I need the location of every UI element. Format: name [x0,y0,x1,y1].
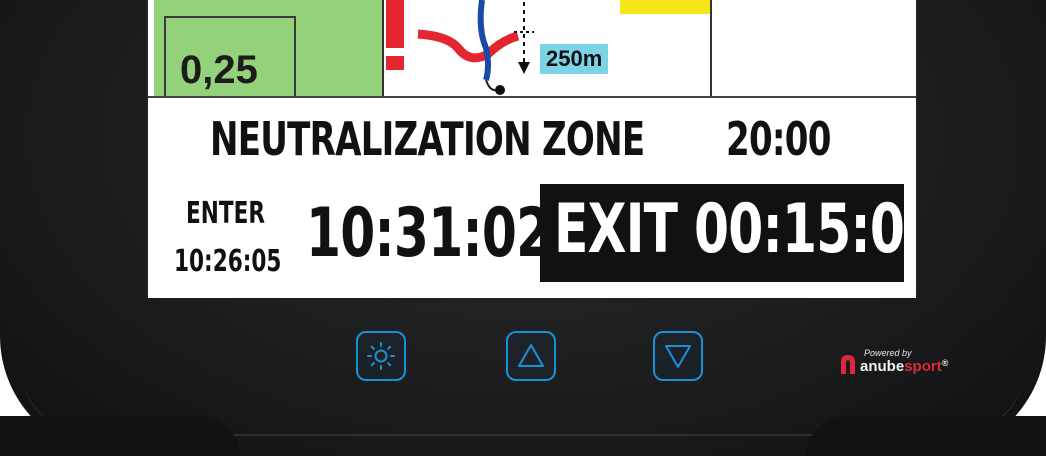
brand-name-part2: sport [904,358,942,375]
zone-duration: 20:00 [726,112,831,166]
caution-mark-dot [386,56,404,70]
speed-box: 0,25 [164,16,296,98]
dotted-arrow-head [518,62,530,74]
yellow-info-flag [620,0,712,14]
zone-title: NEUTRALIZATION ZONE [210,112,645,166]
down-button[interactable] [653,331,703,381]
anubesport-logo-icon [841,355,855,374]
speed-limit-value: 0,25 [180,48,258,92]
neutralization-panel: NEUTRALIZATION ZONE 20:00 ENTER 10:26:05… [148,96,916,298]
road-curve [417,29,520,63]
brand-name: anubesport® [860,358,948,375]
brand-trademark: ® [941,358,949,368]
current-time: 10:31:02 [306,194,551,273]
roadbook-map: 0,25 250m [148,0,916,98]
sun-icon [367,342,395,370]
route-track [477,0,491,81]
route-end-dot [495,85,505,95]
triangle-up-icon [518,344,544,367]
map-divider [710,0,712,96]
distance-badge: 250m [540,44,609,74]
screen: 0,25 250m NEUTRALIZATION ZONE 20:00 ENTE… [146,0,918,298]
exit-countdown: EXIT 00:15:03 [554,190,918,269]
bezel-notch-right [806,416,1046,456]
speed-panel: 0,25 [154,0,384,98]
powered-by-label: Powered by [864,348,912,358]
enter-time: 10:26:05 [174,244,282,279]
triangle-down-icon [665,345,691,368]
device-bezel: 0,25 250m NEUTRALIZATION ZONE 20:00 ENTE… [0,0,1046,456]
exit-countdown-box: EXIT 00:15:03 [540,184,916,282]
caution-mark-bar [386,0,404,48]
brightness-button[interactable] [356,331,406,381]
bezel-notch-left [0,416,240,456]
enter-label: ENTER [186,196,265,231]
up-button[interactable] [506,331,556,381]
brand-name-part1: anube [860,358,905,375]
